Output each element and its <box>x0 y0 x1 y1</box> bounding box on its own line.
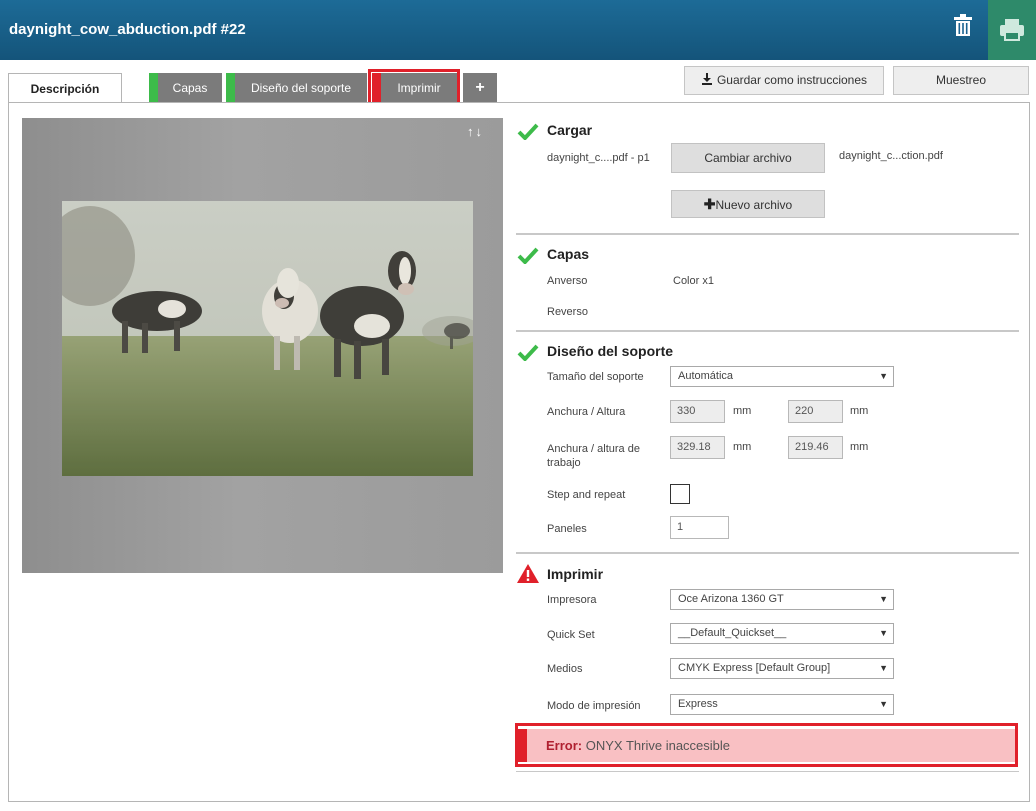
step-and-repeat-checkbox[interactable] <box>670 484 690 504</box>
plus-icon: ✚ <box>703 196 716 212</box>
imprimir-title: Imprimir <box>547 566 604 582</box>
printer-icon <box>1000 19 1024 41</box>
media-label: Medios <box>547 663 583 675</box>
height-field[interactable]: 220 <box>788 400 843 423</box>
cargar-check-icon <box>517 123 539 140</box>
chevron-down-icon: ▼ <box>879 371 888 381</box>
tab-capas[interactable]: Capas <box>149 73 222 103</box>
chevron-down-icon: ▼ <box>879 594 888 604</box>
capas-title: Capas <box>547 246 590 262</box>
back-label: Reverso <box>547 306 588 318</box>
printer-value: Oce Arizona 1360 GT <box>678 593 784 605</box>
section-divider <box>516 330 1019 332</box>
chevron-down-icon: ▼ <box>879 628 888 638</box>
preview-image <box>62 201 473 476</box>
media-value: CMYK Express [Default Group] <box>678 662 831 674</box>
add-tab-button[interactable]: + <box>463 73 497 103</box>
save-label: Guardar como instrucciones <box>716 73 868 87</box>
job-width-unit: mm <box>733 441 752 453</box>
tab-diseno-del-soporte[interactable]: Diseño del soporte <box>226 73 367 103</box>
diseno-title: Diseño del soporte <box>547 343 674 359</box>
chevron-down-icon: ▼ <box>879 699 888 709</box>
file-name: daynight_c...ction.pdf <box>839 150 943 162</box>
change-file-button[interactable]: Cambiar archivo <box>671 143 825 173</box>
tab-capas-status <box>149 73 158 103</box>
tab-capas-label: Capas <box>172 81 208 95</box>
job-height-unit: mm <box>850 441 869 453</box>
panels-label: Paneles <box>547 523 587 535</box>
print-mode-label: Modo de impresión <box>547 700 641 712</box>
width-unit: mm <box>733 405 752 417</box>
job-width-field[interactable]: 329.18 <box>670 436 725 459</box>
capas-check-icon <box>517 247 539 264</box>
sample-button[interactable]: Muestreo <box>893 66 1029 95</box>
quickset-value: __Default_Quickset__ <box>678 627 787 639</box>
tab-descripcion-label: Descripción <box>30 82 100 96</box>
front-label: Anverso <box>547 275 588 287</box>
plus-icon: + <box>475 79 485 96</box>
save-as-instructions-button[interactable]: Guardar como instrucciones <box>684 66 884 95</box>
delete-button[interactable] <box>945 10 981 44</box>
print-mode-value: Express <box>678 698 718 710</box>
job-height-field[interactable]: 219.46 <box>788 436 843 459</box>
media-size-value: Automática <box>678 370 734 382</box>
source-file-label: daynight_c....pdf - p1 <box>547 152 650 164</box>
change-file-label: Cambiar archivo <box>704 151 792 165</box>
print-mode-select[interactable]: Express ▼ <box>670 694 894 715</box>
media-size-label: Tamaño del soporte <box>547 371 644 383</box>
chevron-down-icon: ▼ <box>879 663 888 673</box>
media-size-select[interactable]: Automática ▼ <box>670 366 894 387</box>
section-divider <box>516 771 1019 772</box>
error-highlight <box>515 723 1018 767</box>
job-width-height-label: Anchura / altura de trabajo <box>547 443 640 469</box>
printer-select[interactable]: Oce Arizona 1360 GT ▼ <box>670 589 894 610</box>
move-arrows-icon[interactable]: ↑↓ <box>467 124 484 139</box>
section-divider <box>516 233 1019 235</box>
height-unit: mm <box>850 405 869 417</box>
media-select[interactable]: CMYK Express [Default Group] ▼ <box>670 658 894 679</box>
tab-descripcion[interactable]: Descripción <box>8 73 122 104</box>
trash-icon <box>954 14 972 36</box>
width-height-label: Anchura / Altura <box>547 406 626 418</box>
quickset-select[interactable]: __Default_Quickset__ ▼ <box>670 623 894 644</box>
sample-label: Muestreo <box>935 73 987 87</box>
section-divider <box>516 552 1019 554</box>
step-and-repeat-label: Step and repeat <box>547 489 626 501</box>
new-file-label: Nuevo archivo <box>715 198 793 212</box>
print-button[interactable] <box>988 0 1036 60</box>
download-icon <box>701 73 712 85</box>
new-file-button[interactable]: ✚Nuevo archivo <box>671 190 825 218</box>
warning-icon <box>517 564 539 583</box>
diseno-check-icon <box>517 344 539 361</box>
title-bar: daynight_cow_abduction.pdf #22 <box>0 0 1036 60</box>
panels-field[interactable]: 1 <box>670 516 729 539</box>
tab-diseno-status <box>226 73 235 103</box>
tab-diseno-label: Diseño del soporte <box>250 81 352 95</box>
window-title: daynight_cow_abduction.pdf #22 <box>9 21 246 38</box>
width-field[interactable]: 330 <box>670 400 725 423</box>
front-value: Color x1 <box>673 275 714 287</box>
quickset-label: Quick Set <box>547 629 595 641</box>
printer-label: Impresora <box>547 594 597 606</box>
cargar-title: Cargar <box>547 122 593 138</box>
